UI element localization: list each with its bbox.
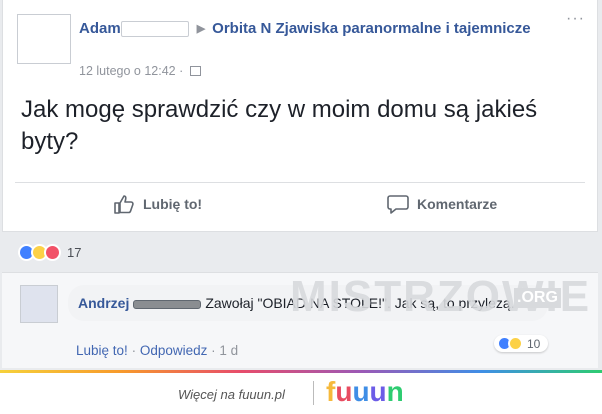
group-name[interactable]: Orbita N Zjawiska paranormalne i tajemni…: [212, 20, 530, 37]
watermark-suffix: .ORG: [514, 288, 561, 308]
arrow-right-icon: ▶: [196, 23, 206, 35]
logo-letter: n: [386, 376, 404, 407]
logo-letter: u: [352, 376, 370, 407]
post-header: Adam ▶ Orbita N Zjawiska paranormalne i ta…: [79, 18, 539, 40]
reactions-summary[interactable]: 17: [18, 244, 81, 261]
comment-reply-link[interactable]: Odpowiedz: [140, 343, 208, 358]
comment-like-link[interactable]: Lubię to!: [76, 343, 128, 358]
comment-author[interactable]: Andrzej: [78, 295, 129, 311]
logo-letter: f: [326, 376, 336, 407]
post-card: Adam ▶ Orbita N Zjawiska paranormalne i ta…: [2, 0, 598, 232]
fuuun-logo[interactable]: f u u u n: [326, 376, 404, 408]
love-icon: [44, 244, 61, 261]
reaction-count: 17: [67, 245, 82, 260]
comment-icon: [387, 195, 409, 214]
comment-time[interactable]: 1 d: [219, 343, 238, 358]
footer-tagline[interactable]: Więcej na fuuun.pl: [178, 387, 285, 402]
post-timestamp[interactable]: 12 lutego o 12:42: [79, 64, 176, 78]
comment-reactions[interactable]: 10: [494, 335, 549, 352]
comment-label: Komentarze: [417, 196, 498, 212]
like-label: Lubię to!: [143, 196, 203, 212]
thumbs-up-icon: [114, 195, 134, 214]
logo-letter: u: [335, 376, 353, 407]
redacted-name: [133, 299, 202, 309]
redacted-name: [120, 21, 189, 38]
haha-icon: [508, 336, 523, 351]
comment-reaction-count: 10: [527, 336, 541, 351]
author-name[interactable]: Adam: [79, 20, 121, 37]
comment-actions: Lubię to! · Odpowiedz · 1 d: [76, 343, 239, 358]
audience-icon[interactable]: [189, 66, 201, 76]
more-options-icon[interactable]: ···: [566, 10, 585, 28]
logo-letter: u: [369, 376, 387, 407]
post-meta: 12 lutego o 12:42 ·: [79, 64, 201, 78]
author-avatar[interactable]: [17, 14, 71, 64]
like-button[interactable]: Lubię to!: [113, 194, 202, 214]
post-text: Jak mogę sprawdzić czy w moim domu są ja…: [21, 96, 538, 155]
commenter-avatar[interactable]: [20, 285, 58, 323]
comment-button[interactable]: Komentarze: [387, 194, 497, 214]
post-actions: Lubię to! Komentarze: [3, 182, 597, 230]
footer: Więcej na fuuun.pl f u u u n: [0, 373, 602, 414]
divider: [313, 381, 314, 405]
